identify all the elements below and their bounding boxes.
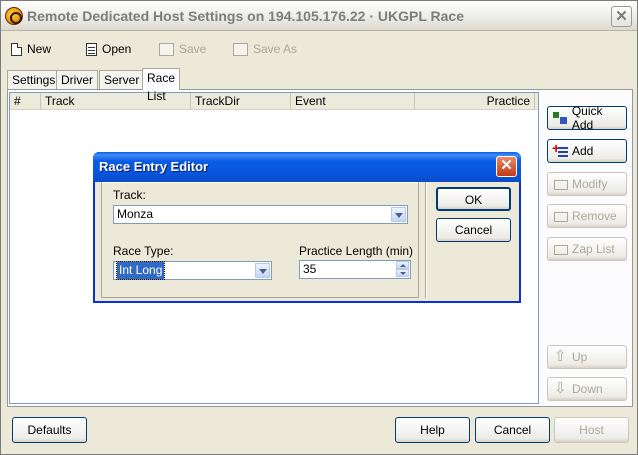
track-label: Track: [113, 188, 146, 202]
remove-label: Remove [572, 209, 617, 223]
add-icon [552, 140, 568, 158]
dialog-close-button[interactable]: ✕ [496, 156, 517, 177]
chevron-down-icon[interactable] [255, 263, 270, 278]
dialog-divider [425, 182, 427, 298]
save-as-label: Save As [253, 42, 298, 56]
arrow-up-icon [552, 347, 568, 365]
column-practice[interactable]: Practice [415, 93, 535, 110]
modify-button[interactable]: Modify [547, 172, 627, 196]
zap-list-icon [552, 242, 568, 256]
practice-length-label: Practice Length (min) [299, 244, 414, 258]
open-button[interactable]: Open [86, 39, 131, 59]
remove-icon [552, 209, 568, 223]
dialog-cancel-button[interactable]: Cancel [436, 218, 511, 242]
host-button[interactable]: Host [554, 417, 629, 443]
save-button[interactable]: Save [159, 39, 206, 59]
ok-button[interactable]: OK [436, 187, 511, 211]
race-type-value: Int Long [115, 261, 166, 280]
column-track[interactable]: Track [41, 93, 191, 110]
dialog-title: Race Entry Editor [99, 159, 209, 174]
help-button[interactable]: Help [395, 417, 470, 443]
race-list-header: # Track TrackDir Event Practice [10, 93, 538, 110]
window-close-button[interactable]: ✕ [611, 6, 632, 27]
tab-server[interactable]: Server [99, 70, 145, 89]
new-document-icon [11, 42, 22, 56]
zap-list-label: Zap List [572, 242, 615, 256]
cancel-button[interactable]: Cancel [475, 417, 550, 443]
remove-button[interactable]: Remove [547, 204, 627, 228]
save-as-icon [233, 42, 248, 56]
quick-add-icon [552, 111, 568, 125]
tab-settings[interactable]: Settings [7, 70, 61, 89]
spin-down-icon[interactable] [396, 269, 409, 277]
tab-race-list[interactable]: Race List [142, 68, 181, 103]
spin-up-icon[interactable] [396, 261, 409, 269]
track-select[interactable]: Monza [113, 205, 408, 224]
tab-driver[interactable]: Driver [56, 70, 98, 89]
open-label: Open [102, 42, 132, 56]
down-label: Down [572, 382, 603, 396]
open-document-icon [86, 42, 97, 56]
defaults-button[interactable]: Defaults [12, 417, 87, 443]
window-title: Remote Dedicated Host Settings on 194.10… [27, 8, 465, 24]
new-label: New [27, 42, 52, 56]
chevron-down-icon[interactable] [391, 207, 406, 222]
practice-length-spinner[interactable]: 35 [299, 260, 411, 279]
modify-label: Modify [572, 177, 608, 191]
dialog-title-bar[interactable]: Race Entry Editor ✕ [93, 152, 521, 182]
save-as-button[interactable]: Save As [233, 39, 297, 59]
main-window: Remote Dedicated Host Settings on 194.10… [0, 0, 638, 455]
race-entry-editor-dialog: Race Entry Editor ✕ Track: Monza Race Ty… [93, 152, 521, 303]
zap-list-button[interactable]: Zap List [547, 237, 627, 261]
down-button[interactable]: Down [547, 377, 627, 401]
dialog-fields-group [101, 182, 419, 298]
up-button[interactable]: Up [547, 345, 627, 369]
track-value: Monza [117, 207, 154, 221]
arrow-down-icon [552, 379, 568, 397]
column-trackdir[interactable]: TrackDir [191, 93, 291, 110]
bottom-button-bar: Defaults Help Cancel Host [1, 411, 637, 454]
add-button[interactable]: Add [547, 139, 627, 163]
up-label: Up [572, 350, 588, 364]
new-button[interactable]: New [11, 39, 51, 59]
save-icon [159, 42, 174, 56]
add-label: Add [572, 144, 594, 158]
quick-add-button[interactable]: Quick Add [547, 104, 627, 132]
race-type-select[interactable]: Int Long [113, 261, 272, 280]
practice-length-value: 35 [303, 262, 317, 276]
toolbar: New Open Save Save As [1, 34, 637, 64]
save-label: Save [179, 42, 207, 56]
column-number[interactable]: # [10, 93, 41, 110]
quick-add-label: Quick Add [571, 104, 603, 132]
race-type-label: Race Type: [113, 244, 174, 258]
app-logo-icon [5, 7, 23, 25]
modify-icon [552, 177, 568, 191]
column-event[interactable]: Event [291, 93, 415, 110]
title-bar[interactable]: Remote Dedicated Host Settings on 194.10… [1, 1, 637, 31]
